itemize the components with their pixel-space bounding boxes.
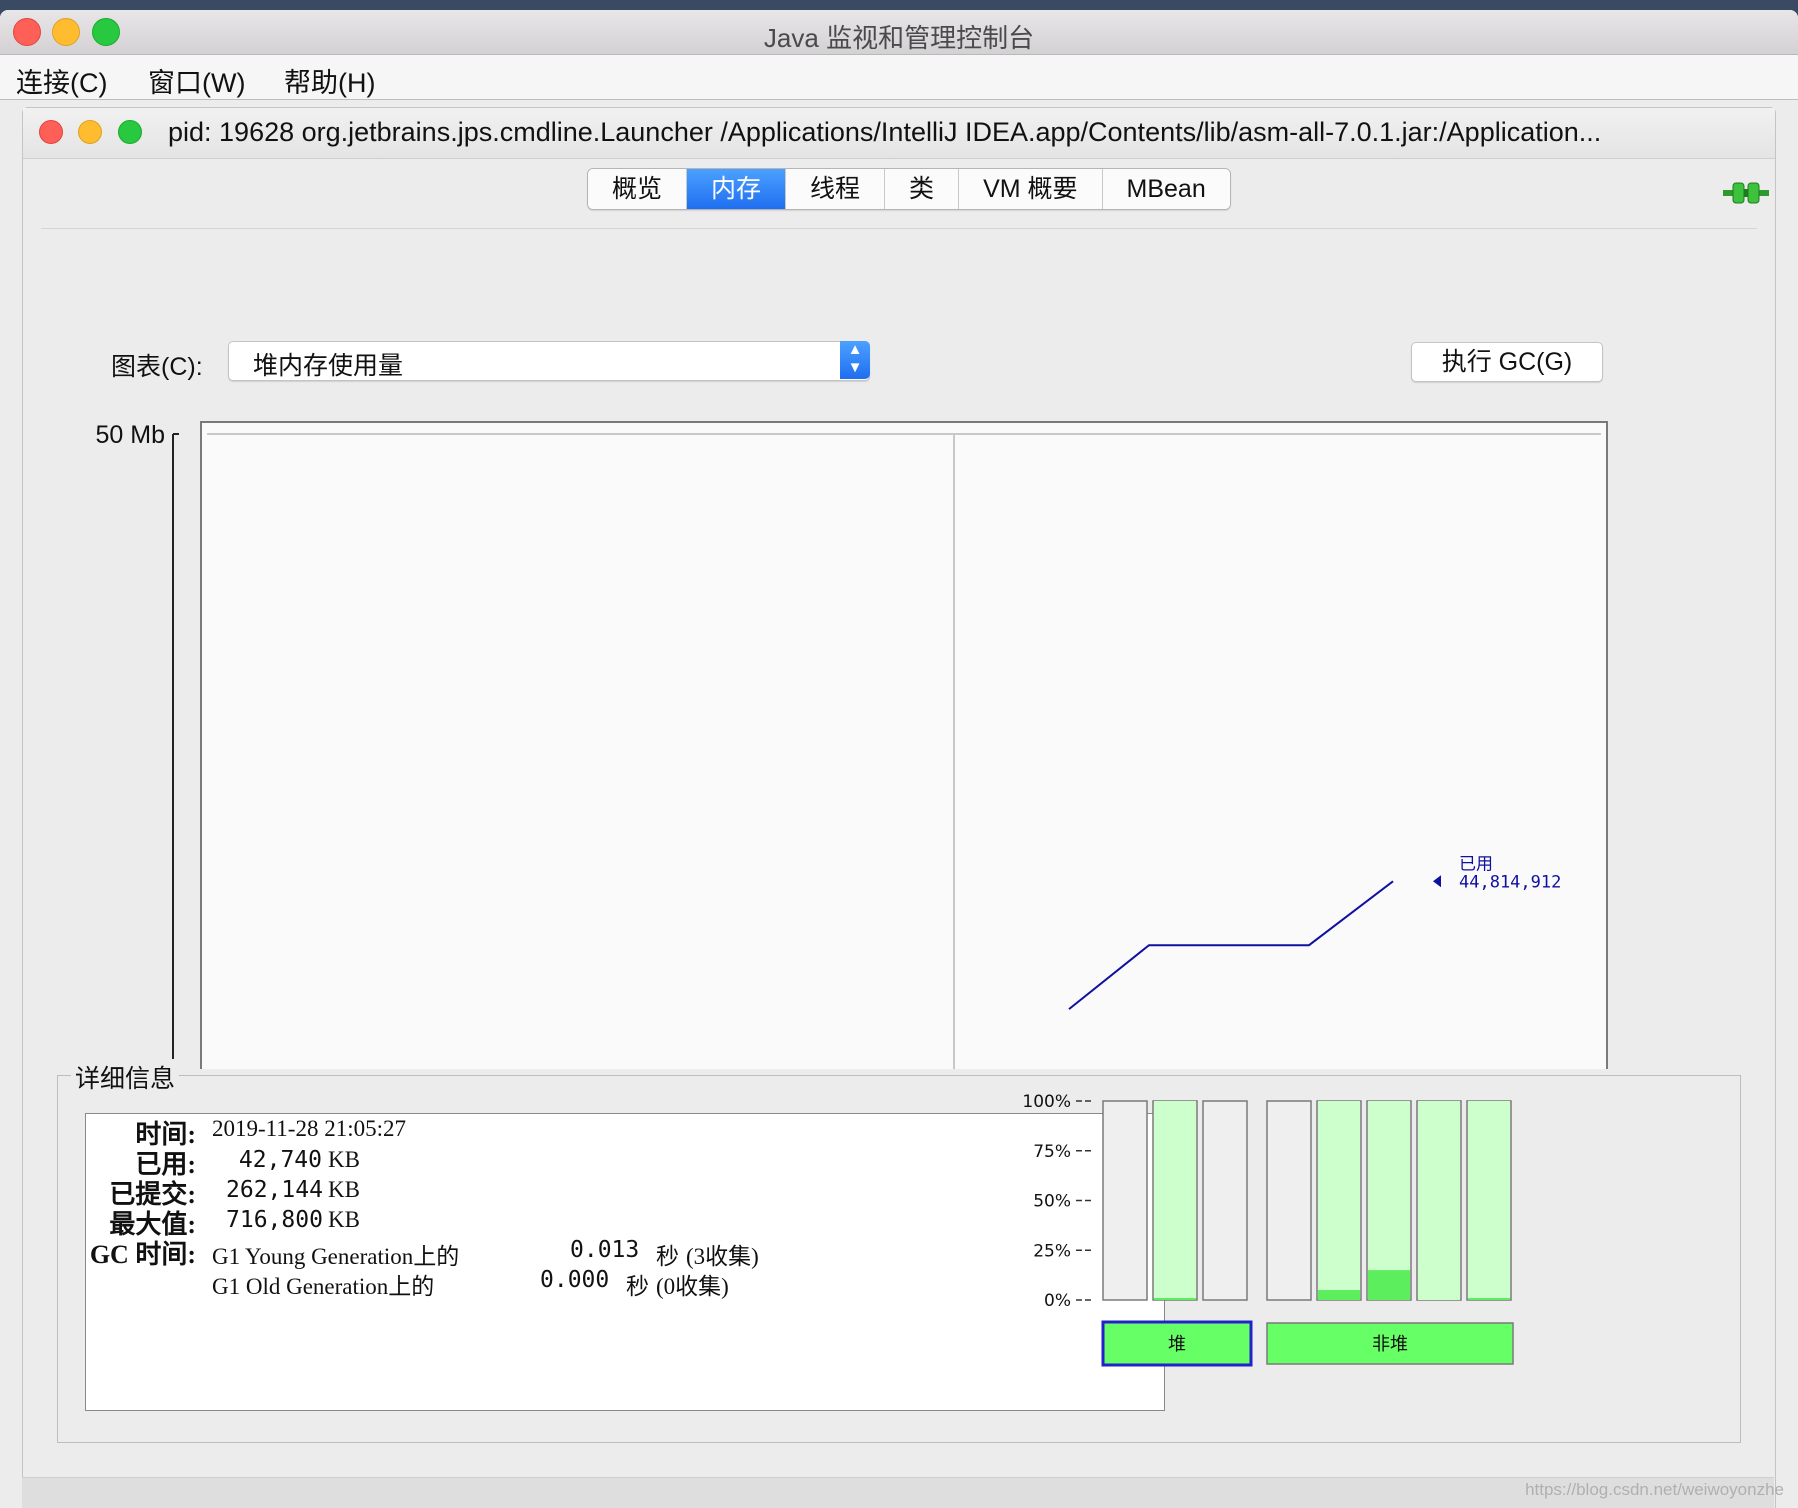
- heap-bar-frame: [1202, 1100, 1248, 1301]
- main-window: Java 监视和管理控制台 连接(C) 窗口(W) 帮助(H) pid: 196…: [0, 10, 1798, 1508]
- tab-threads[interactable]: 线程: [786, 169, 886, 209]
- tab-vm-summary[interactable]: VM 概要: [959, 169, 1103, 209]
- nonheap-bar-committed: [1418, 1101, 1460, 1300]
- window-title: Java 监视和管理控制台: [763, 23, 1035, 53]
- menu-help[interactable]: 帮助(H): [284, 61, 375, 100]
- frame-maximize-button[interactable]: [118, 120, 142, 144]
- nonheap-bar-used: [1468, 1298, 1510, 1300]
- heap-bar-committed: [1154, 1101, 1196, 1300]
- tab-memory[interactable]: 内存: [687, 169, 787, 209]
- internal-frame: pid: 19628 org.jetbrains.jps.cmdline.Lau…: [22, 107, 1776, 1508]
- memory-pools-chart: 100% 75% 50% 25% 0% 堆 非堆: [1022, 1092, 1514, 1367]
- tab-overview[interactable]: 概览: [588, 169, 688, 209]
- connection-plug-icon[interactable]: [1723, 180, 1769, 206]
- pool-tick-label: 0%: [1044, 1291, 1071, 1311]
- menu-bar: 连接(C) 窗口(W) 帮助(H): [0, 55, 1798, 100]
- internal-frame-title-bar: pid: 19628 org.jetbrains.jps.cmdline.Lau…: [23, 108, 1775, 159]
- nonheap-bar-frame: [1266, 1100, 1312, 1301]
- tab-classes[interactable]: 类: [885, 169, 960, 209]
- status-bar: [22, 1477, 1774, 1508]
- pool-tick-label: 75%: [1033, 1142, 1071, 1162]
- title-bar: Java 监视和管理控制台: [0, 10, 1798, 55]
- pool-tick-label: 25%: [1033, 1241, 1071, 1261]
- nonheap-bar-committed: [1468, 1101, 1510, 1300]
- heap-button-label: 堆: [1168, 1334, 1186, 1355]
- heap-bar-frame: [1102, 1100, 1148, 1301]
- frame-close-button[interactable]: [39, 120, 63, 144]
- menu-window[interactable]: 窗口(W): [148, 61, 245, 100]
- watermark: https://blog.csdn.net/weiwoyonzhe: [1525, 1480, 1784, 1499]
- frame-minimize-button[interactable]: [78, 120, 102, 144]
- connection-title: pid: 19628 org.jetbrains.jps.cmdline.Lau…: [168, 117, 1602, 147]
- memory-panel: 图表(C): 堆内存使用量 ▲▼ 执行 GC(G) 50 Mb40 Mb21:0…: [41, 228, 1757, 1504]
- nonheap-bar-used: [1318, 1290, 1360, 1300]
- menu-connect[interactable]: 连接(C): [16, 61, 107, 100]
- tab-bar: 概览 内存 线程 类 VM 概要 MBean: [587, 168, 1231, 210]
- heap-bar-used: [1154, 1298, 1196, 1300]
- pool-tick-label: 50%: [1033, 1192, 1071, 1212]
- nonheap-bar-used: [1368, 1270, 1410, 1300]
- tab-mbean[interactable]: MBean: [1102, 169, 1230, 209]
- nonheap-bar-committed: [1318, 1101, 1360, 1300]
- nonheap-button-label: 非堆: [1372, 1334, 1408, 1355]
- pool-tick-label: 100%: [1022, 1092, 1071, 1112]
